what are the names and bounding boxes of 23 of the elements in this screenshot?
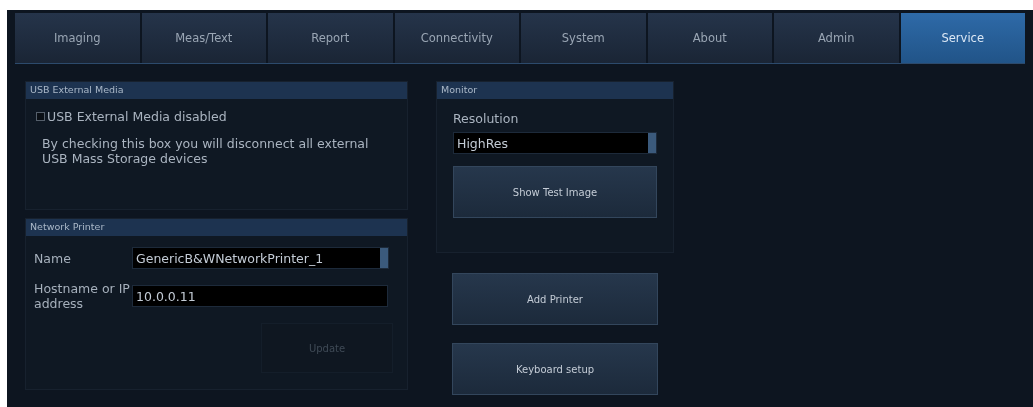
action-button[interactable]: Keyboard setup [452,343,658,395]
usb-note: By checking this box you will disconnect all external USB Mass Storage devices [42,136,370,166]
tab[interactable]: System [521,13,646,63]
hostname-field[interactable]: 10.0.0.11 [132,285,388,307]
tab[interactable]: About [647,13,772,63]
resolution-label: Resolution [453,111,520,126]
tab[interactable]: Admin [774,13,899,63]
tab[interactable]: Imaging [15,13,140,63]
tab[interactable]: Report [268,13,393,63]
tab[interactable]: Connectivity [394,13,519,63]
show-test-image-button[interactable]: Show Test Image [453,166,657,218]
checkbox[interactable] [36,112,45,121]
field-label: Hostname or IP address [34,281,131,311]
tab[interactable]: Meas/Text [141,13,266,63]
action-button[interactable]: Add Printer [452,273,658,325]
printer-dropdown[interactable]: GenericB&WNetworkPrinter_1 [132,247,389,269]
resolution-dropdown[interactable]: HighRes [453,132,657,154]
panel-header: Network Printer [26,219,407,236]
tab[interactable]: Service [900,13,1025,63]
panel-header: Monitor [437,82,673,99]
checkbox-label: USB External Media disabled [47,109,227,124]
field-label: Name [34,250,72,266]
panel-header: USB External Media [26,82,407,99]
